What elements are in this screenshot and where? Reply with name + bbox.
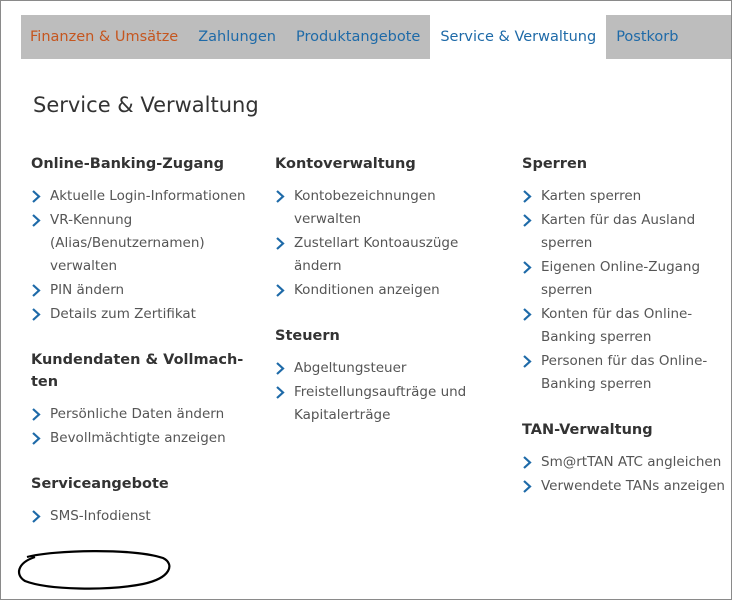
chevron-right-icon — [522, 261, 532, 274]
chevron-right-icon — [522, 190, 532, 203]
tab-finanzen-umsaetze[interactable]: Finanzen & Umsätze — [21, 15, 188, 59]
link-bevollmaechtigte-anzeigen[interactable]: Bevollmächtigte anzeigen — [31, 427, 261, 450]
link-label: Zustellart Kontoauszüge ändern — [294, 235, 459, 274]
list-sperren: Karten sperren Karten für das Ausland sp… — [522, 185, 727, 396]
link-vr-kennung-verwalten[interactable]: VR-Kennung (Alias/Benutzernamen) verwalt… — [31, 209, 261, 278]
chevron-right-icon — [275, 237, 285, 250]
link-label: Karten für das Ausland sperren — [541, 212, 696, 251]
list-kundendaten: Persönliche Daten ändern Bevollmächtigte… — [31, 403, 261, 450]
link-label: Verwendete TANs anzeigen — [541, 478, 725, 494]
link-personen-online-banking-sperren[interactable]: Personen für das Online-Banking sperren — [522, 350, 727, 396]
tab-service-verwaltung[interactable]: Service & Verwaltung — [430, 15, 607, 59]
list-tan-verwaltung: Sm@rtTAN ATC angleichen Verwendete TANs … — [522, 451, 727, 498]
list-kontoverwaltung: Kontobezeichnungen verwalten Zustellart … — [275, 185, 505, 302]
chevron-right-icon — [275, 386, 285, 399]
link-karten-sperren[interactable]: Karten sperren — [522, 185, 727, 208]
chevron-right-icon — [275, 284, 285, 297]
highlight-ellipse-annotation — [17, 550, 171, 590]
list-serviceangebote: SMS-Infodienst — [31, 505, 261, 528]
link-label: Konten für das Online-Banking sperren — [541, 306, 693, 345]
link-freistellungsauftraege[interactable]: Freistellungsaufträge und Kapitalerträge — [275, 381, 505, 427]
column-left: Online-Banking-Zugang Aktuelle Login-Inf… — [31, 153, 261, 529]
tab-zahlungen[interactable]: Zahlungen — [188, 15, 286, 59]
link-konten-online-banking-sperren[interactable]: Konten für das Online-Banking sperren — [522, 303, 727, 349]
chevron-right-icon — [522, 355, 532, 368]
link-label: Eigenen Online-Zugang sperren — [541, 259, 701, 298]
link-label: SMS-Infodienst — [50, 508, 151, 524]
link-pin-aendern[interactable]: PIN ändern — [31, 279, 261, 302]
main-navigation: Finanzen & Umsätze Zahlungen Produktange… — [21, 15, 731, 59]
link-zustellart-kontoauszuege[interactable]: Zustellart Kontoauszüge ändern — [275, 232, 505, 278]
section-heading-kundendaten: Kundendaten & Vollmach-ten — [31, 352, 244, 390]
link-verwendete-tans-anzeigen[interactable]: Verwendete TANs anzeigen — [522, 475, 727, 498]
section-heading-online-banking: Online-Banking-Zugang — [31, 156, 224, 172]
link-label: Personen für das Online-Banking sperren — [541, 353, 708, 392]
chevron-right-icon — [522, 456, 532, 469]
chevron-right-icon — [31, 214, 41, 227]
link-eigenen-online-zugang-sperren[interactable]: Eigenen Online-Zugang sperren — [522, 256, 727, 302]
link-smartan-atc-angleichen[interactable]: Sm@rtTAN ATC angleichen — [522, 451, 727, 474]
chevron-right-icon — [31, 408, 41, 421]
section-heading-tan-verwaltung: TAN-Verwaltung — [522, 422, 653, 438]
link-label: Freistellungsaufträge und Kapitalerträge — [294, 384, 467, 423]
link-sms-infodienst[interactable]: SMS-Infodienst — [31, 505, 261, 528]
section-heading-steuern: Steuern — [275, 328, 340, 344]
chevron-right-icon — [275, 362, 285, 375]
link-konditionen-anzeigen[interactable]: Konditionen anzeigen — [275, 279, 505, 302]
chevron-right-icon — [522, 308, 532, 321]
link-aktuelle-login-informationen[interactable]: Aktuelle Login-Informationen — [31, 185, 261, 208]
link-karten-ausland-sperren[interactable]: Karten für das Ausland sperren — [522, 209, 727, 255]
chevron-right-icon — [31, 432, 41, 445]
section-heading-kontoverwaltung: Kontoverwaltung — [275, 156, 416, 172]
chevron-right-icon — [31, 308, 41, 321]
page-title: Service & Verwaltung — [33, 93, 259, 117]
chevron-right-icon — [522, 214, 532, 227]
tab-produktangebote[interactable]: Produktangebote — [286, 15, 430, 59]
link-kontobezeichnungen-verwalten[interactable]: Kontobezeichnungen verwalten — [275, 185, 505, 231]
link-label: Sm@rtTAN ATC angleichen — [541, 454, 722, 470]
link-persoenliche-daten-aendern[interactable]: Persönliche Daten ändern — [31, 403, 261, 426]
section-heading-serviceangebote: Serviceangebote — [31, 476, 169, 492]
chevron-right-icon — [522, 480, 532, 493]
link-details-zertifikat[interactable]: Details zum Zertifikat — [31, 303, 261, 326]
link-abgeltungsteuer[interactable]: Abgeltungsteuer — [275, 357, 505, 380]
link-label: Konditionen anzeigen — [294, 282, 440, 298]
section-heading-sperren: Sperren — [522, 156, 588, 172]
link-label: Details zum Zertifikat — [50, 306, 196, 322]
column-middle: Kontoverwaltung Kontobezeichnungen verwa… — [275, 153, 505, 428]
link-label: Persönliche Daten ändern — [50, 406, 225, 422]
link-label: VR-Kennung (Alias/Benutzernamen) verwalt… — [50, 212, 205, 274]
chevron-right-icon — [275, 190, 285, 203]
link-label: Karten sperren — [541, 188, 642, 204]
chevron-right-icon — [31, 284, 41, 297]
link-label: Kontobezeichnungen verwalten — [294, 188, 436, 227]
chevron-right-icon — [31, 190, 41, 203]
link-label: Abgeltungsteuer — [294, 360, 407, 376]
page-frame: Finanzen & Umsätze Zahlungen Produktange… — [0, 0, 732, 600]
chevron-right-icon — [31, 510, 41, 523]
list-online-banking: Aktuelle Login-Informationen VR-Kennung … — [31, 185, 261, 326]
link-label: Bevollmächtigte anzeigen — [50, 430, 226, 446]
link-label: PIN ändern — [50, 282, 125, 298]
link-label: Aktuelle Login-Informationen — [50, 188, 246, 204]
column-right: Sperren Karten sperren Karten für das Au… — [522, 153, 727, 499]
list-steuern: Abgeltungsteuer Freistellungsaufträge un… — [275, 357, 505, 427]
tab-postkorb[interactable]: Postkorb — [606, 15, 688, 59]
